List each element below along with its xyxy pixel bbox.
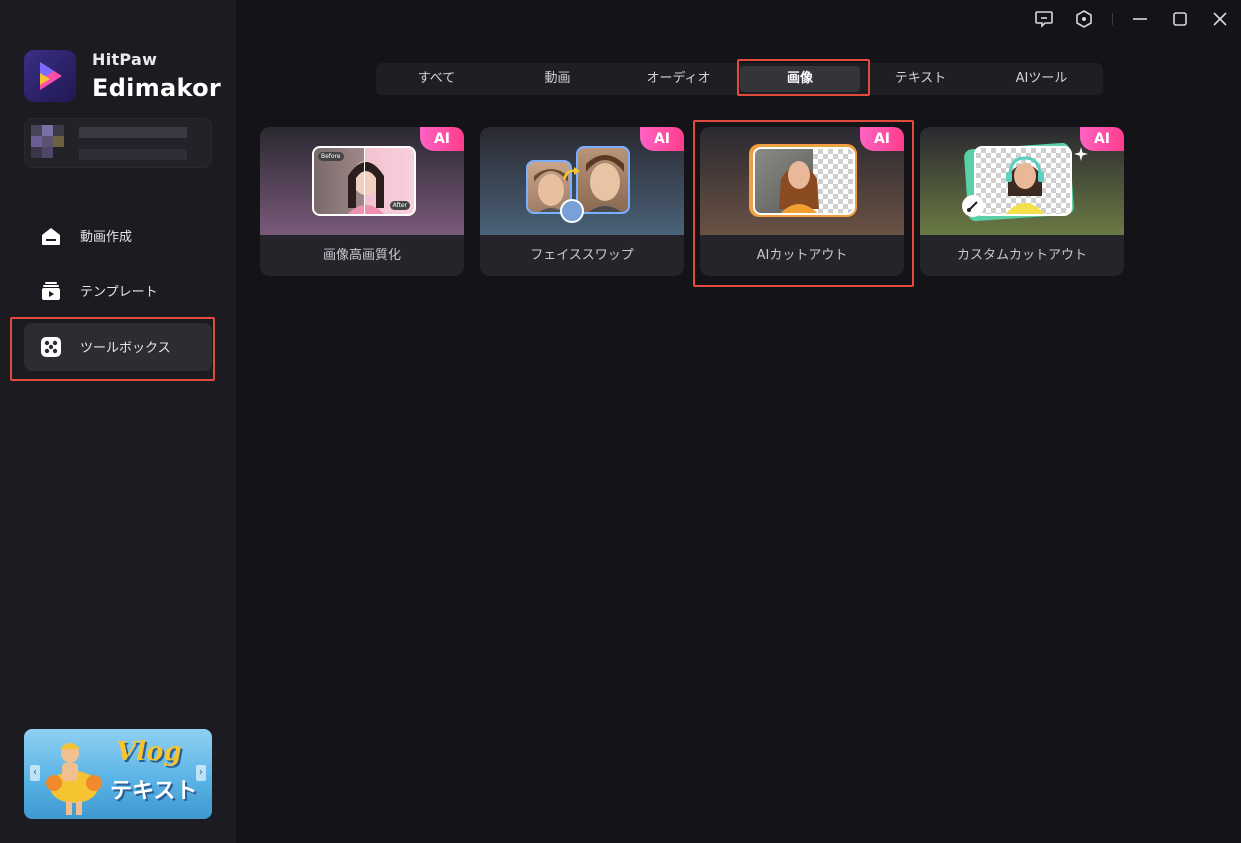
tab-image[interactable]: 画像 (740, 66, 860, 92)
card-title: AIカットアウト (756, 248, 848, 263)
avatar-pixel (31, 147, 42, 158)
tool-card-face-swap[interactable]: AI フェイススワップ (480, 127, 684, 276)
avatar (31, 125, 42, 136)
tab-all[interactable]: すべて (376, 63, 497, 95)
avatar-pixel (53, 125, 64, 136)
sidebar-item-create-video[interactable]: 動画作成 (24, 212, 212, 260)
promo-next-arrow[interactable]: › (196, 765, 206, 781)
ai-badge: AI (860, 127, 904, 151)
face-icon (586, 155, 624, 212)
compare-divider (364, 148, 365, 214)
tab-ai-tools[interactable]: AIツール (981, 63, 1102, 95)
enhance-preview-image: Before After (312, 146, 416, 216)
feedback-icon[interactable] (1034, 9, 1054, 29)
maximize-icon[interactable] (1170, 9, 1190, 29)
cutout-preview-image (753, 147, 855, 215)
account-panel[interactable] (24, 118, 212, 168)
template-icon (42, 282, 60, 300)
sidebar-item-label: ツールボックス (80, 341, 171, 356)
sidebar-item-templates[interactable]: テンプレート (24, 267, 212, 315)
sparkle-icon (1074, 147, 1088, 161)
woman-headphones-icon (1005, 156, 1045, 214)
promo-banner[interactable]: ‹ › Vlog テキスト (24, 729, 212, 819)
toolbox-icon (41, 337, 61, 357)
card-title: フェイススワップ (530, 248, 634, 263)
promo-subtitle: テキスト (110, 779, 198, 804)
app-logo-icon (24, 50, 76, 102)
card-title: 画像高画質化 (322, 248, 401, 263)
tab-audio[interactable]: オーディオ (618, 63, 739, 95)
swap-avatar-icon (560, 199, 584, 223)
avatar-pixel (42, 125, 53, 136)
card-title: カスタムカットアウト (956, 248, 1087, 263)
email-blur (79, 149, 187, 160)
brand-name-main: Edimakor (92, 74, 222, 102)
woman-portrait-icon (779, 161, 819, 213)
tool-card-ai-cutout[interactable]: AI AIカットアウト (700, 127, 904, 276)
settings-icon[interactable] (1074, 9, 1094, 29)
category-tabs: すべて 動画 オーディオ 画像 テキスト AIツール (376, 63, 1103, 95)
tool-card-image-enhancer[interactable]: Before After AI 画像高画質化 (260, 127, 464, 276)
after-label: After (389, 201, 410, 210)
tab-video[interactable]: 動画 (497, 63, 618, 95)
ai-badge: AI (420, 127, 464, 151)
tool-card-custom-cutout[interactable]: AI カスタムカットアウト (920, 127, 1124, 276)
avatar-pixel (42, 136, 53, 147)
before-label: Before (318, 152, 344, 161)
username-blur (79, 127, 187, 138)
brand-name-top: HitPaw (92, 50, 158, 69)
sidebar-item-label: テンプレート (80, 285, 158, 300)
minimize-icon[interactable] (1130, 9, 1150, 29)
home-icon (42, 228, 60, 245)
promo-prev-arrow[interactable]: ‹ (30, 765, 40, 781)
ai-badge: AI (640, 127, 684, 151)
tab-text[interactable]: テキスト (860, 63, 981, 95)
sidebar: HitPaw Edimakor 動画作成 テンプレート ツールボックス ‹ › … (0, 0, 236, 843)
avatar-pixel (42, 147, 53, 158)
titlebar-separator (1112, 13, 1113, 25)
sidebar-item-label: 動画作成 (80, 230, 133, 245)
avatar-pixel (53, 136, 64, 147)
swap-arrow-icon (562, 167, 580, 180)
sidebar-item-toolbox[interactable]: ツールボックス (24, 323, 212, 371)
promo-title: Vlog (116, 737, 182, 767)
face-target-image (576, 146, 630, 214)
avatar-pixel (31, 136, 42, 147)
ai-badge: AI (1080, 127, 1124, 151)
close-icon[interactable] (1210, 9, 1230, 29)
custom-cutout-preview (974, 146, 1072, 216)
brush-tool-icon (962, 195, 984, 217)
promo-character-icon (46, 743, 102, 815)
